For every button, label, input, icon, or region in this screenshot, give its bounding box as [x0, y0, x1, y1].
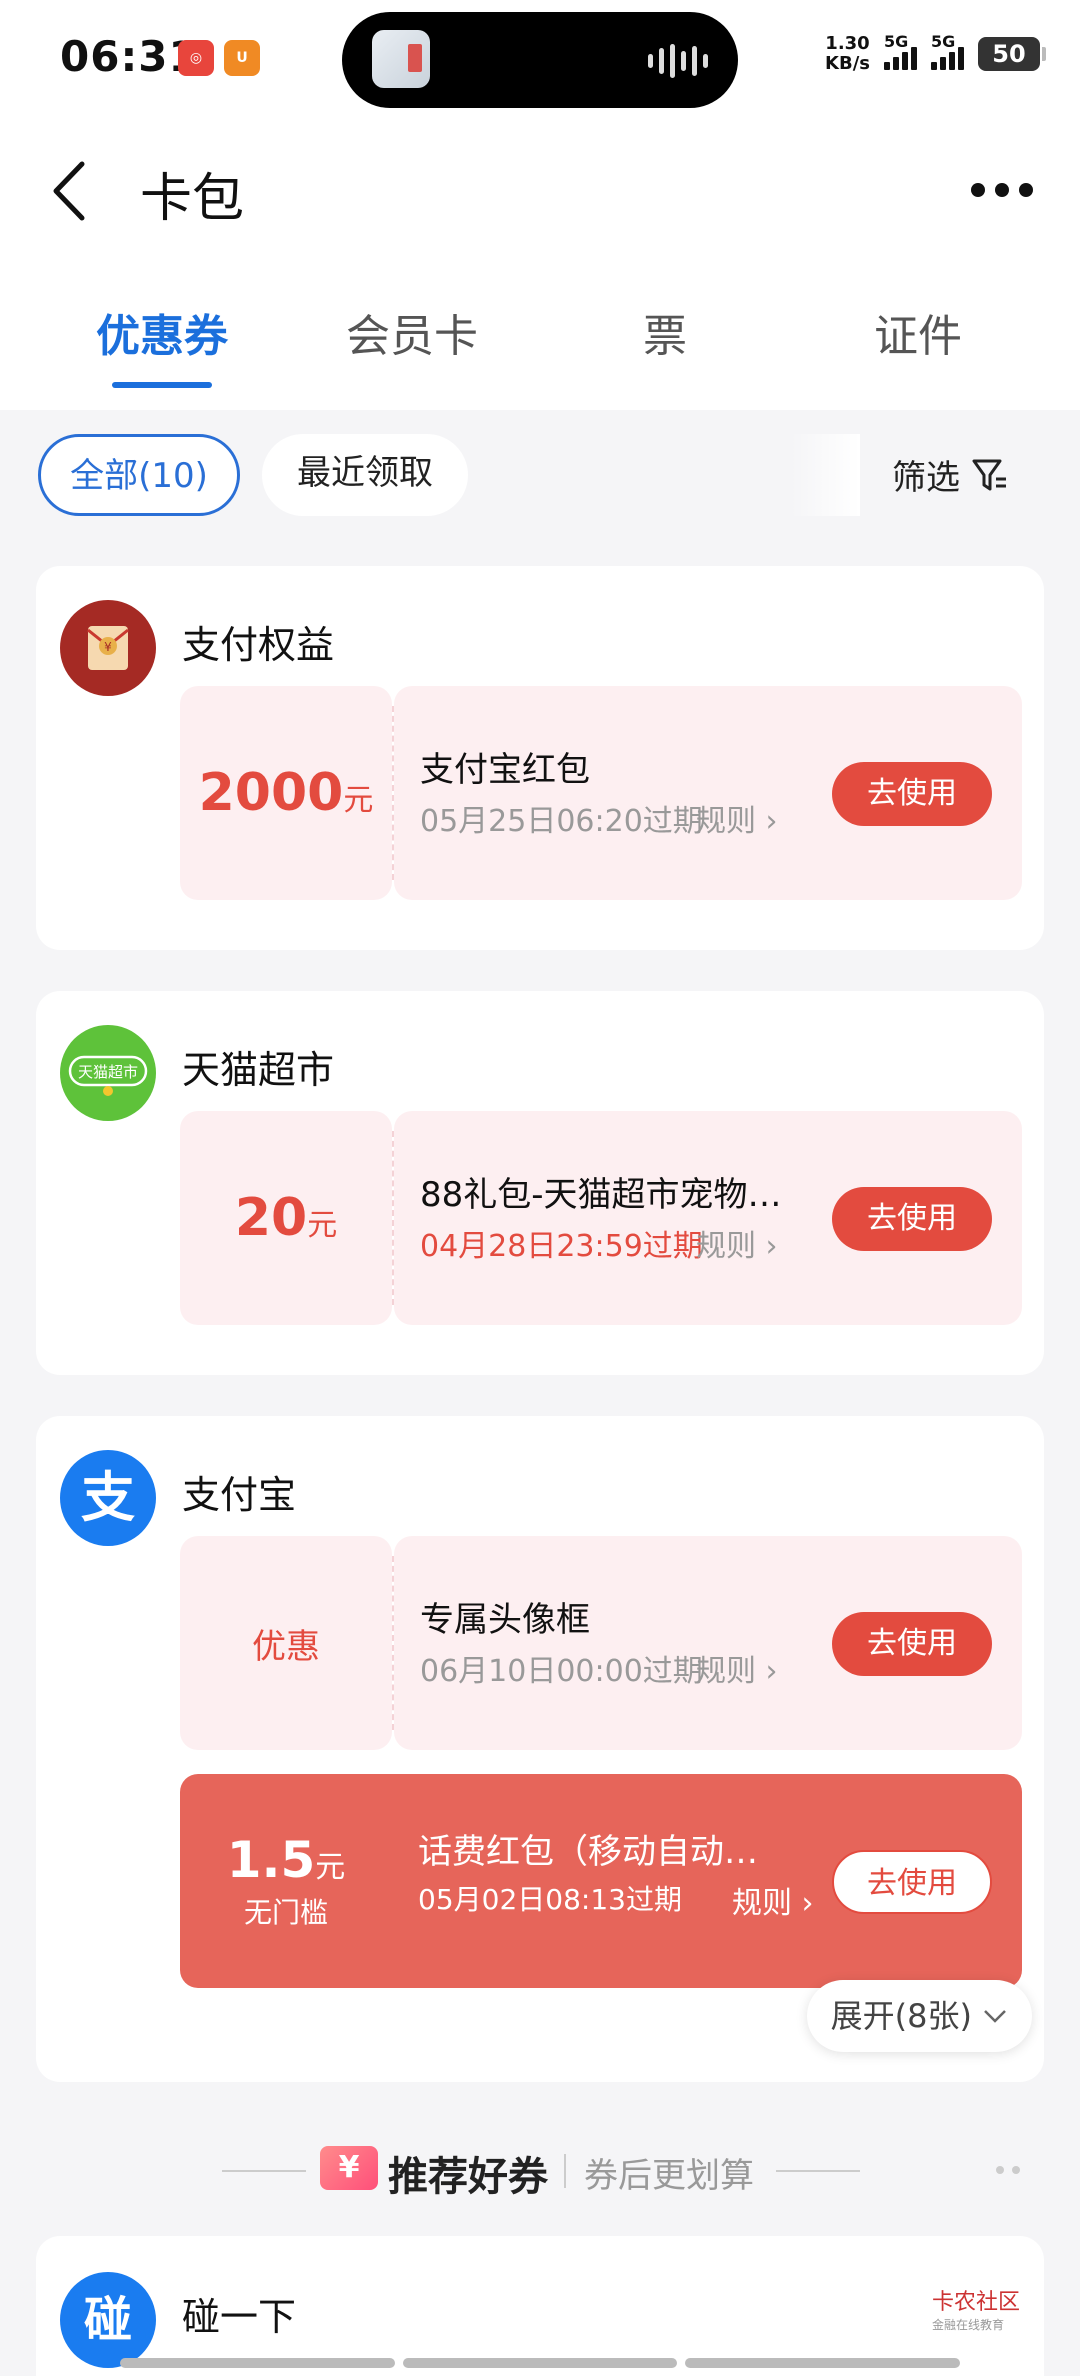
merchant-card-pay-benefits: ¥ 支付权益 2000元 支付宝红包 05月25日06:20过期 规则 › 去使…	[36, 566, 1044, 950]
more-dot-icon	[971, 183, 985, 197]
app-header: 卡包	[0, 120, 1080, 260]
audio-wave-icon	[648, 44, 708, 78]
coupon-ticket-icon: ¥	[320, 2146, 378, 2190]
coupon-title: 支付宝红包	[420, 750, 590, 790]
use-coupon-button[interactable]: 去使用	[832, 1612, 992, 1676]
coupon-rule-link[interactable]: 规则 ›	[696, 1646, 778, 1690]
watermark: 卡农社区 金融在线教育	[931, 2290, 1020, 2332]
back-button[interactable]	[44, 156, 104, 226]
coupon-rule-link[interactable]: 规则 ›	[696, 1221, 778, 1265]
tab-ids[interactable]: 证件	[793, 300, 1043, 364]
chevron-right-icon: ›	[801, 1886, 814, 1921]
filter-chip-all[interactable]: 全部(10)	[38, 434, 240, 516]
merchant-name: 支付权益	[182, 623, 335, 667]
more-dot-icon	[995, 183, 1009, 197]
tmall-supermarket-logo-icon: 天猫超市	[60, 1025, 156, 1121]
more-dot-icon	[1019, 183, 1033, 197]
recommend-title: 推荐好券	[388, 2154, 548, 2200]
tab-tickets[interactable]: 票	[540, 300, 790, 364]
tap-logo-icon: 碰	[60, 2272, 156, 2368]
coupon-rule-link[interactable]: 规则 ›	[696, 796, 778, 840]
merchant-card-tap[interactable]: 碰 碰一下	[36, 2236, 1044, 2376]
filter-label: 筛选	[892, 458, 960, 498]
coupon-expiry: 05月02日08:13过期	[418, 1883, 682, 1916]
coupon-item[interactable]: 优惠 专属头像框 06月10日00:00过期 规则 › 去使用	[180, 1536, 1022, 1750]
filter-button[interactable]: 筛选	[892, 450, 1010, 499]
signal-icon: 5G	[884, 32, 917, 70]
coupon-expiry: 04月28日23:59过期	[420, 1229, 703, 1264]
status-bar: 06:31 ◎ U 1.30 KB/s 5G 5G 50	[0, 0, 1080, 120]
notification-app-icon: ◎	[178, 40, 214, 76]
merchant-card-alipay: 支 支付宝 优惠 专属头像框 06月10日00:00过期 规则 › 去使用 1.…	[36, 1416, 1044, 2082]
coupon-detail-panel: 支付宝红包 05月25日06:20过期 规则 › 去使用	[394, 686, 1022, 900]
coupon-amount-panel: 优惠	[180, 1536, 392, 1750]
coupon-item-highlighted[interactable]: 1.5元 无门槛 话费红包（移动自动… 05月02日08:13过期 规则 › 去…	[180, 1774, 1022, 1988]
logo-text: 天猫超市	[78, 1063, 138, 1081]
notification-app-icon-2: U	[224, 40, 260, 76]
filter-chip-recent[interactable]: 最近领取	[262, 434, 468, 516]
page-dots-icon	[996, 2166, 1020, 2174]
signal-icon-2: 5G	[931, 32, 964, 70]
coupon-amount: 2000元	[198, 763, 374, 823]
tab-bar: 优惠券 会员卡 票 证件	[0, 260, 1080, 410]
merchant-card-tmall-supermarket: 天猫超市 天猫超市 20元 88礼包-天猫超市宠物… 04月28日23:59过期…	[36, 991, 1044, 1375]
more-options-button[interactable]	[962, 170, 1042, 210]
media-thumbnail	[372, 30, 430, 88]
coupon-detail-panel: 专属头像框 06月10日00:00过期 规则 › 去使用	[394, 1536, 1022, 1750]
merchant-name: 支付宝	[182, 1473, 297, 1517]
scroll-fade	[790, 434, 860, 516]
home-indicator[interactable]	[120, 2358, 961, 2368]
alipay-logo-icon: 支	[60, 1450, 156, 1546]
coupon-title: 话费红包（移动自动…	[418, 1832, 758, 1872]
status-indicators: 1.30 KB/s 5G 5G 50	[825, 32, 1046, 74]
separator	[564, 2154, 566, 2188]
filter-row: 全部(10) 最近领取 筛选	[0, 420, 1080, 530]
coupon-title: 88礼包-天猫超市宠物…	[420, 1175, 782, 1215]
expand-coupons-button[interactable]: 展开(8张)	[806, 1980, 1032, 2052]
merchant-name: 碰一下	[182, 2295, 297, 2339]
coupon-amount-panel: 1.5元 无门槛	[180, 1774, 392, 1988]
chevron-right-icon: ›	[765, 1229, 778, 1264]
coupon-detail-panel: 话费红包（移动自动… 05月02日08:13过期 规则 › 去使用	[392, 1774, 1022, 1988]
tab-active-indicator	[112, 382, 212, 388]
page-title: 卡包	[140, 169, 245, 229]
tab-membership-cards[interactable]: 会员卡	[287, 300, 537, 364]
divider-line	[776, 2170, 860, 2172]
dynamic-island[interactable]	[342, 12, 738, 108]
coupon-detail-panel: 88礼包-天猫超市宠物… 04月28日23:59过期 规则 › 去使用	[394, 1111, 1022, 1325]
coupon-amount-panel: 2000元	[180, 686, 392, 900]
battery-icon: 50	[978, 37, 1046, 71]
coupon-expiry: 06月10日00:00过期	[420, 1654, 703, 1689]
merchant-name: 天猫超市	[182, 1048, 335, 1092]
coupon-amount-panel: 20元	[180, 1111, 392, 1325]
network-speed: 1.30 KB/s	[825, 33, 870, 74]
use-coupon-button[interactable]: 去使用	[832, 1850, 992, 1914]
coupon-type-label: 优惠	[252, 1626, 320, 1667]
use-coupon-button[interactable]: 去使用	[832, 1187, 992, 1251]
chevron-down-icon	[984, 2010, 1006, 2023]
chevron-left-icon	[53, 161, 85, 221]
tab-coupons[interactable]: 优惠券	[37, 300, 287, 364]
svg-text:¥: ¥	[104, 640, 112, 654]
coupon-rule-link[interactable]: 规则 ›	[732, 1878, 814, 1922]
coupon-item[interactable]: 2000元 支付宝红包 05月25日06:20过期 规则 › 去使用	[180, 686, 1022, 900]
use-coupon-button[interactable]: 去使用	[832, 762, 992, 826]
coupon-item[interactable]: 20元 88礼包-天猫超市宠物… 04月28日23:59过期 规则 › 去使用	[180, 1111, 1022, 1325]
coupon-amount: 20元	[234, 1188, 338, 1248]
red-envelope-icon: ¥	[60, 600, 156, 696]
coupon-title: 专属头像框	[420, 1600, 590, 1640]
chevron-right-icon: ›	[765, 804, 778, 839]
divider-line	[222, 2170, 306, 2172]
coupon-threshold: 无门槛	[243, 1896, 328, 1929]
filter-funnel-icon	[972, 459, 1006, 490]
recommend-section-header: ¥ 推荐好券 券后更划算	[0, 2130, 1080, 2210]
coupon-amount: 1.5元	[226, 1831, 346, 1889]
coupon-expiry: 05月25日06:20过期	[420, 804, 703, 839]
chevron-right-icon: ›	[765, 1654, 778, 1689]
recommend-subtitle: 券后更划算	[584, 2156, 754, 2196]
